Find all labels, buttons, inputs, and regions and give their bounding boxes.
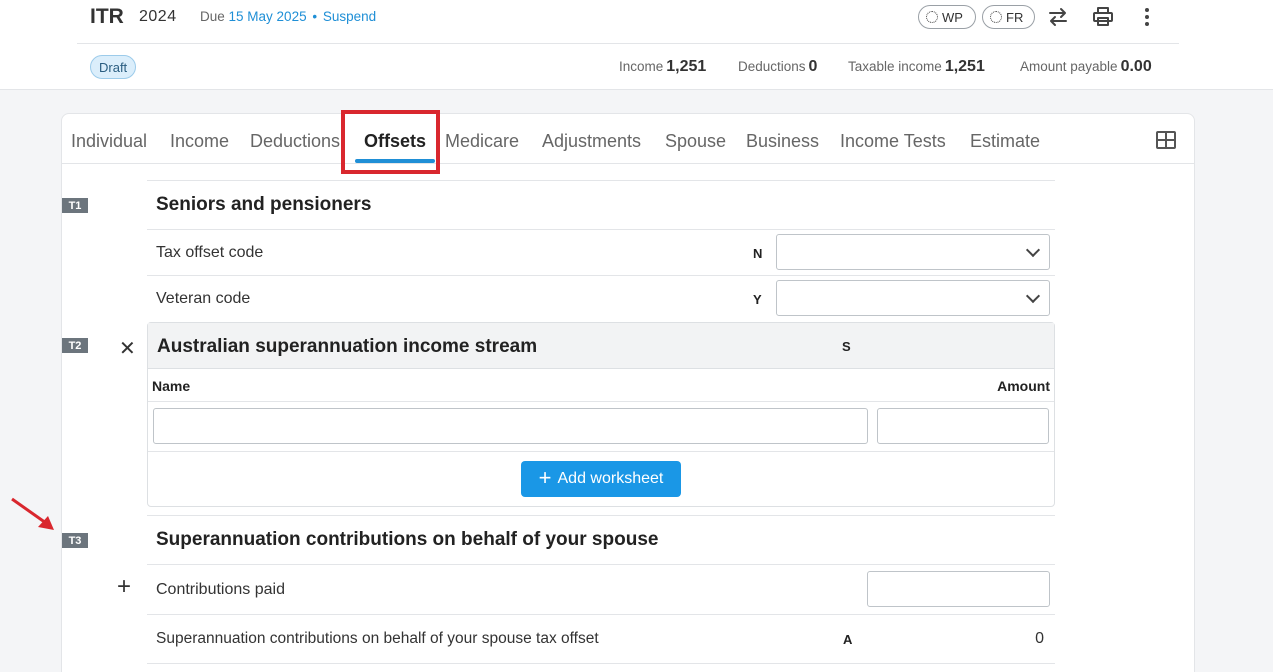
stream-amount-input[interactable] — [877, 408, 1049, 444]
stat-taxable-label: Taxable income — [848, 59, 942, 74]
separator-bullet: • — [312, 9, 318, 24]
expand-plus-icon[interactable]: + — [117, 575, 131, 599]
annotation-arrow-icon — [11, 497, 54, 530]
annotation-highlight-box — [341, 110, 440, 174]
tax-offset-code-letter: N — [753, 246, 763, 261]
divider — [147, 180, 1055, 181]
divider — [147, 564, 1055, 565]
offsets-card: Individual Income Deductions Offsets Med… — [61, 110, 1195, 672]
divider — [147, 663, 1055, 664]
section-tag-t2: T2 — [62, 338, 88, 353]
tax-offset-code-select[interactable] — [776, 234, 1050, 270]
dotted-circle-icon — [990, 11, 1002, 23]
due-info: Due 15 May 2025 • Suspend — [200, 9, 376, 24]
section-title-spouse-super: Superannuation contributions on behalf o… — [156, 529, 659, 550]
stream-name-input[interactable] — [153, 408, 868, 444]
spouse-tax-offset-value: 0 — [1035, 630, 1044, 647]
tab-business[interactable]: Business — [746, 131, 819, 152]
spouse-tax-offset-code-letter: A — [843, 632, 853, 647]
chevron-down-icon — [1025, 288, 1041, 304]
tab-bar: Individual Income Deductions Offsets Med… — [62, 114, 1194, 164]
stat-taxable: Taxable income 1,251 — [848, 58, 985, 76]
top-header: ITR 2024 Due 15 May 2025 • Suspend WP FR — [0, 0, 1273, 90]
tab-income[interactable]: Income — [170, 131, 229, 152]
contributions-paid-input[interactable] — [867, 571, 1050, 607]
grid-view-icon[interactable] — [1156, 131, 1176, 149]
tab-estimate[interactable]: Estimate — [970, 131, 1040, 152]
tab-adjustments[interactable]: Adjustments — [542, 131, 641, 152]
header-row-summary: Draft Income 1,251 Deductions 0 Taxable in… — [77, 45, 1179, 90]
more-options-icon[interactable] — [1134, 4, 1160, 30]
status-badge: Draft — [90, 55, 137, 79]
stat-deductions-label: Deductions — [738, 59, 806, 74]
tab-income-tests[interactable]: Income Tests — [840, 131, 946, 152]
divider — [147, 229, 1055, 230]
stat-payable-value: 0.00 — [1120, 58, 1152, 75]
column-header-amount: Amount — [997, 378, 1050, 394]
super-stream-code-letter: S — [842, 339, 851, 354]
wp-label: WP — [942, 9, 963, 25]
veteran-code-letter: Y — [753, 292, 762, 307]
divider — [147, 275, 1055, 276]
veteran-code-label: Veteran code — [156, 290, 251, 307]
chevron-down-icon — [1025, 242, 1041, 258]
fr-label: FR — [1006, 9, 1024, 25]
divider — [147, 614, 1055, 615]
divider — [147, 515, 1055, 516]
divider — [148, 451, 1054, 452]
super-income-stream-panel: Australian superannuation income stream … — [147, 322, 1055, 507]
tab-medicare[interactable]: Medicare — [445, 131, 519, 152]
spouse-tax-offset-label: Superannuation contributions on behalf o… — [156, 630, 599, 647]
tab-deductions[interactable]: Deductions — [250, 131, 340, 152]
dotted-circle-icon — [926, 11, 938, 23]
stat-income-label: Income — [619, 59, 664, 74]
stat-taxable-value: 1,251 — [944, 58, 985, 75]
header-row-main: ITR 2024 Due 15 May 2025 • Suspend WP FR — [77, 0, 1179, 44]
due-date-link[interactable]: 15 May 2025 — [229, 9, 307, 24]
return-title: ITR — [90, 5, 124, 28]
plus-icon: + — [538, 465, 552, 490]
fr-status-pill[interactable]: FR — [982, 5, 1035, 29]
suspend-link[interactable]: Suspend — [323, 9, 376, 24]
stat-deductions-value: 0 — [808, 58, 818, 75]
section-title-super-stream: Australian superannuation income stream — [157, 336, 538, 357]
wp-status-pill[interactable]: WP — [918, 5, 976, 29]
stat-payable: Amount payable 0.00 — [1020, 58, 1152, 76]
panel-header: Australian superannuation income stream … — [148, 323, 1054, 369]
header-inner: ITR 2024 Due 15 May 2025 • Suspend WP FR — [77, 0, 1179, 90]
section-tag-t1: T1 — [62, 198, 88, 213]
stat-income-value: 1,251 — [666, 58, 707, 75]
add-worksheet-button[interactable]: + Add worksheet — [521, 461, 681, 497]
add-worksheet-label: Add worksheet — [557, 470, 664, 487]
print-icon[interactable] — [1090, 4, 1116, 30]
tab-individual[interactable]: Individual — [71, 131, 147, 152]
veteran-code-select[interactable] — [776, 280, 1050, 316]
tax-offset-code-label: Tax offset code — [156, 244, 264, 261]
swap-arrows-icon[interactable] — [1045, 4, 1071, 30]
tab-spouse[interactable]: Spouse — [665, 131, 726, 152]
section-tag-t3: T3 — [62, 533, 88, 548]
section-title-seniors: Seniors and pensioners — [156, 194, 372, 215]
stat-payable-label: Amount payable — [1020, 59, 1118, 74]
return-year: 2024 — [139, 8, 177, 25]
stat-deductions: Deductions 0 — [738, 58, 817, 76]
due-prefix: Due — [200, 9, 225, 24]
column-header-name: Name — [152, 378, 191, 394]
contributions-paid-label: Contributions paid — [156, 581, 285, 598]
close-icon[interactable]: ✕ — [119, 336, 136, 361]
divider — [148, 401, 1054, 402]
stat-income: Income 1,251 — [619, 58, 706, 76]
